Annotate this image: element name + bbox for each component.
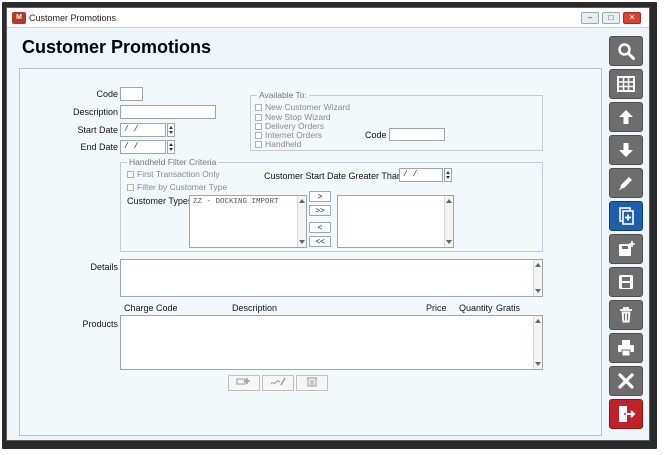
start-date-spinner[interactable] bbox=[167, 123, 175, 137]
form-panel: Code Description Start Date / / End Date… bbox=[19, 68, 602, 436]
end-date-spinner[interactable] bbox=[167, 140, 175, 154]
search-button[interactable] bbox=[609, 36, 643, 66]
checkbox-label: First Transaction Only bbox=[137, 169, 220, 179]
checkbox-first-transaction[interactable]: First Transaction Only bbox=[127, 169, 220, 179]
grid-icon bbox=[617, 76, 635, 92]
page-title: Customer Promotions bbox=[22, 37, 212, 57]
checkbox-label: New Customer Wizard bbox=[265, 102, 351, 112]
code-label: Code bbox=[96, 89, 118, 99]
start-date-label: Start Date bbox=[77, 125, 118, 135]
new-document-icon bbox=[619, 207, 634, 225]
start-date-gt-label: Customer Start Date Greater Than bbox=[264, 171, 402, 181]
checkbox-box[interactable] bbox=[255, 141, 262, 148]
checkbox-label: Handheld bbox=[265, 139, 302, 149]
description-label: Description bbox=[72, 107, 118, 117]
app-window: M Customer Promotions – □ ✕ Customer Pro… bbox=[6, 7, 650, 441]
available-to-title: Available To: bbox=[257, 90, 309, 100]
customer-types-label: Customer Types bbox=[127, 196, 193, 206]
save-button[interactable] bbox=[609, 267, 643, 297]
grid-button[interactable] bbox=[609, 69, 643, 99]
exit-door-icon bbox=[619, 406, 636, 422]
x-icon bbox=[618, 373, 634, 389]
app-icon: M bbox=[12, 12, 26, 24]
details-scrollbar[interactable] bbox=[533, 260, 542, 296]
col-price: Price bbox=[426, 303, 447, 313]
edit-button[interactable] bbox=[609, 168, 643, 198]
products-label: Products bbox=[82, 319, 118, 329]
arrow-up-icon bbox=[619, 110, 633, 124]
window-title: Customer Promotions bbox=[29, 13, 117, 23]
delete-product-button[interactable] bbox=[296, 375, 328, 391]
edit-signature-icon bbox=[270, 377, 286, 386]
restore-button[interactable]: □ bbox=[602, 12, 620, 24]
add-all-types-button[interactable]: >> bbox=[309, 205, 331, 216]
checkbox-filter-customer-type[interactable]: Filter by Customer Type bbox=[127, 182, 227, 192]
handheld-filter-group: Handheld Filter Criteria First Transacti… bbox=[120, 157, 543, 252]
description-input[interactable] bbox=[120, 105, 216, 119]
code-input[interactable] bbox=[120, 87, 143, 101]
checkbox-box[interactable] bbox=[255, 123, 262, 130]
list-item[interactable]: ZZ - DOCKING IMPORT bbox=[193, 198, 303, 206]
title-bar[interactable]: M Customer Promotions – □ ✕ bbox=[7, 8, 649, 28]
col-description: Description bbox=[232, 303, 278, 313]
previous-button[interactable] bbox=[609, 102, 643, 132]
print-button[interactable] bbox=[609, 333, 643, 363]
next-button[interactable] bbox=[609, 135, 643, 165]
handheld-filter-title: Handheld Filter Criteria bbox=[127, 157, 219, 167]
checkbox-box[interactable] bbox=[127, 171, 134, 178]
checkbox-handheld[interactable]: Handheld bbox=[255, 139, 301, 149]
details-label: Details bbox=[90, 262, 118, 272]
exit-button[interactable] bbox=[609, 399, 643, 429]
checkbox-box[interactable] bbox=[127, 184, 134, 191]
new-button[interactable] bbox=[609, 201, 643, 231]
listbox-scrollbar[interactable] bbox=[444, 196, 453, 247]
trash-icon bbox=[620, 307, 632, 323]
search-icon bbox=[618, 43, 635, 60]
checkbox-label: Filter by Customer Type bbox=[137, 182, 228, 192]
cancel-button[interactable] bbox=[609, 366, 643, 396]
start-date-input[interactable]: / / bbox=[120, 123, 166, 137]
remove-all-types-button[interactable]: << bbox=[309, 236, 331, 247]
available-types-listbox[interactable]: ZZ - DOCKING IMPORT bbox=[189, 195, 307, 248]
col-gratis: Gratis bbox=[496, 303, 521, 313]
remove-type-button[interactable]: < bbox=[309, 222, 331, 233]
available-to-group: Available To: New Customer Wizard New St… bbox=[250, 90, 543, 151]
col-quantity: Quantity bbox=[459, 303, 493, 313]
start-date-gt-spinner[interactable] bbox=[444, 168, 452, 182]
details-textarea[interactable] bbox=[120, 259, 543, 297]
products-grid[interactable] bbox=[120, 315, 543, 370]
close-button[interactable]: ✕ bbox=[623, 12, 641, 24]
floppy-icon bbox=[619, 275, 633, 289]
checkbox-box[interactable] bbox=[255, 132, 262, 139]
start-date-gt-input[interactable]: / / bbox=[399, 168, 443, 182]
right-toolbar bbox=[609, 36, 645, 438]
edit-product-button[interactable] bbox=[262, 375, 294, 391]
checkbox-box[interactable] bbox=[255, 104, 262, 111]
copy-button[interactable] bbox=[609, 234, 643, 264]
selected-types-listbox[interactable] bbox=[337, 195, 454, 248]
end-date-input[interactable]: / / bbox=[120, 140, 166, 154]
printer-icon bbox=[618, 340, 634, 357]
arrow-down-icon bbox=[619, 143, 633, 157]
copy-save-icon bbox=[619, 241, 635, 256]
end-date-label: End Date bbox=[80, 142, 118, 152]
products-scrollbar[interactable] bbox=[533, 316, 542, 369]
available-code-label: Code bbox=[365, 130, 387, 140]
available-code-input[interactable] bbox=[389, 128, 445, 141]
checkbox-box[interactable] bbox=[255, 114, 262, 121]
add-product-button[interactable] bbox=[228, 375, 260, 391]
add-type-button[interactable]: > bbox=[309, 191, 331, 202]
pencil-icon bbox=[618, 177, 632, 191]
listbox-scrollbar[interactable] bbox=[297, 196, 306, 247]
col-charge-code: Charge Code bbox=[124, 303, 178, 313]
minimize-button[interactable]: – bbox=[581, 12, 599, 24]
add-item-icon bbox=[236, 378, 250, 385]
delete-button[interactable] bbox=[609, 300, 643, 330]
trash-icon bbox=[307, 377, 317, 387]
checkbox-new-customer-wizard[interactable]: New Customer Wizard bbox=[255, 102, 350, 112]
